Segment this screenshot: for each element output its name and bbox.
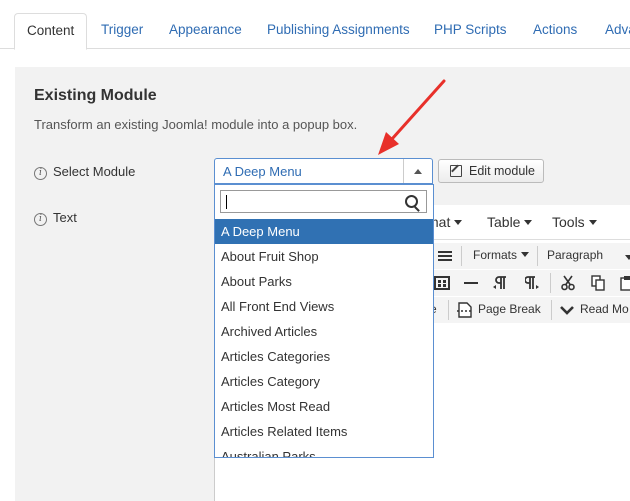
annotation-arrow <box>378 79 446 155</box>
annotation-arrow-line <box>390 79 446 141</box>
